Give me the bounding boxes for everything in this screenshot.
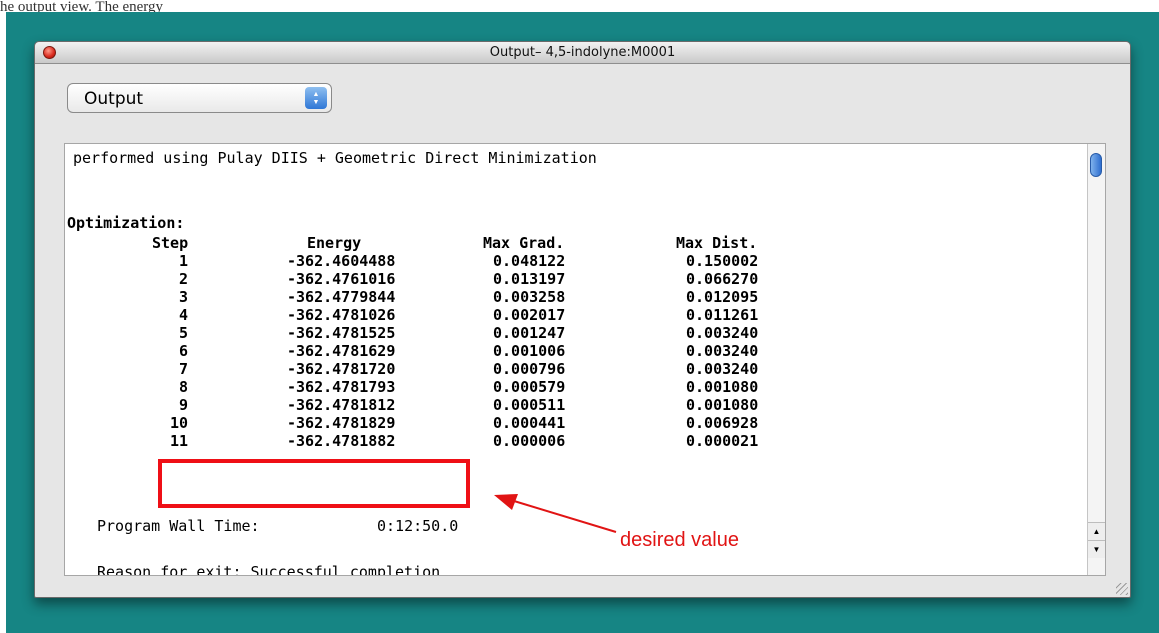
cell-step: 8 [178, 378, 188, 396]
section-title: Optimization: [67, 214, 185, 232]
cell-max-grad: 0.000579 [493, 378, 566, 396]
cell-max-grad: 0.001006 [493, 342, 566, 360]
vertical-scrollbar[interactable]: ▲ ▼ [1087, 144, 1105, 575]
wall-time-value: 0:12:50.0 [377, 517, 459, 535]
cell-energy: -362.4781829 [287, 414, 396, 432]
scroll-thumb[interactable] [1090, 153, 1102, 177]
resize-grip-icon[interactable] [1116, 583, 1128, 595]
cell-max-grad: 0.001247 [493, 324, 566, 342]
table-row: 6 -362.4781629 0.001006 0.003240 [65, 342, 1075, 360]
output-select[interactable]: Output ▲ ▼ [67, 83, 332, 113]
cell-energy: -362.4781812 [287, 396, 396, 414]
cell-max-grad: 0.003258 [493, 288, 566, 306]
scroll-down-icon[interactable]: ▼ [1088, 540, 1105, 558]
table-row: 10 -362.4781829 0.000441 0.006928 [65, 414, 1075, 432]
cell-step: 3 [178, 288, 188, 306]
output-select-label: Output [84, 89, 144, 109]
method-line: performed using Pulay DIIS + Geometric D… [73, 149, 597, 167]
cell-max-grad: 0.000796 [493, 360, 566, 378]
exit-reason: Reason for exit: Successful completion [97, 563, 441, 576]
cell-max-dist: 0.011261 [686, 306, 759, 324]
cell-step: 5 [178, 324, 188, 342]
cell-max-grad: 0.013197 [493, 270, 566, 288]
table-row: 3 -362.4779844 0.003258 0.012095 [65, 288, 1075, 306]
cell-energy: -362.4604488 [287, 252, 396, 270]
column-header-step: Step [152, 234, 189, 252]
cell-max-dist: 0.000021 [686, 432, 759, 450]
cell-max-grad: 0.002017 [493, 306, 566, 324]
window-title: Output– 4,5-indolyne:M0001 [489, 45, 676, 60]
column-header-max-grad: Max Grad. [483, 234, 565, 252]
select-arrows-icon: ▲ ▼ [305, 87, 327, 109]
cell-max-dist: 0.003240 [686, 324, 759, 342]
cell-step: 7 [178, 360, 188, 378]
table-row: 1 -362.4604488 0.048122 0.150002 [65, 252, 1075, 270]
column-header-energy: Energy [307, 234, 362, 252]
title-bar[interactable]: Output– 4,5-indolyne:M0001 [35, 42, 1130, 64]
cell-max-dist: 0.012095 [686, 288, 759, 306]
highlight-box [158, 459, 470, 508]
cell-energy: -362.4781026 [287, 306, 396, 324]
cell-max-grad: 0.000006 [493, 432, 566, 450]
cell-step: 10 [169, 414, 188, 432]
cell-step: 4 [178, 306, 188, 324]
cell-max-dist: 0.001080 [686, 396, 759, 414]
cell-energy: -362.4781793 [287, 378, 396, 396]
wall-time-label: Program Wall Time: [97, 517, 260, 535]
cell-max-dist: 0.150002 [686, 252, 759, 270]
cell-step: 1 [178, 252, 188, 270]
table-row: 11 -362.4781882 0.000006 0.000021 [65, 432, 1075, 450]
cell-max-dist: 0.003240 [686, 342, 759, 360]
cell-step: 9 [178, 396, 188, 414]
cell-max-dist: 0.066270 [686, 270, 759, 288]
table-row: 2 -362.4761016 0.013197 0.066270 [65, 270, 1075, 288]
table-row: 8 -362.4781793 0.000579 0.001080 [65, 378, 1075, 396]
annotation-label: desired value [620, 529, 739, 551]
table-row: 7 -362.4781720 0.000796 0.003240 [65, 360, 1075, 378]
cell-energy: -362.4781525 [287, 324, 396, 342]
table-header: Step Energy Max Grad. Max Dist. [65, 234, 1075, 252]
cell-step: 6 [178, 342, 188, 360]
cell-step: 2 [178, 270, 188, 288]
table-row: 5 -362.4781525 0.001247 0.003240 [65, 324, 1075, 342]
cell-max-grad: 0.000511 [493, 396, 566, 414]
cell-step: 11 [169, 432, 188, 450]
cell-max-dist: 0.003240 [686, 360, 759, 378]
cell-max-grad: 0.048122 [493, 252, 566, 270]
cell-max-grad: 0.000441 [493, 414, 566, 432]
cell-energy: -362.4761016 [287, 270, 396, 288]
scroll-up-icon[interactable]: ▲ [1088, 522, 1105, 540]
cell-energy: -362.4781882 [287, 432, 396, 450]
cell-energy: -362.4781720 [287, 360, 396, 378]
cell-energy: -362.4779844 [287, 288, 396, 306]
cell-energy: -362.4781629 [287, 342, 396, 360]
arrow-icon [494, 494, 617, 533]
cell-max-dist: 0.001080 [686, 378, 759, 396]
column-header-max-dist: Max Dist. [676, 234, 758, 252]
table-row: 4 -362.4781026 0.002017 0.011261 [65, 306, 1075, 324]
cell-max-dist: 0.006928 [686, 414, 759, 432]
table-row: 9 -362.4781812 0.000511 0.001080 [65, 396, 1075, 414]
